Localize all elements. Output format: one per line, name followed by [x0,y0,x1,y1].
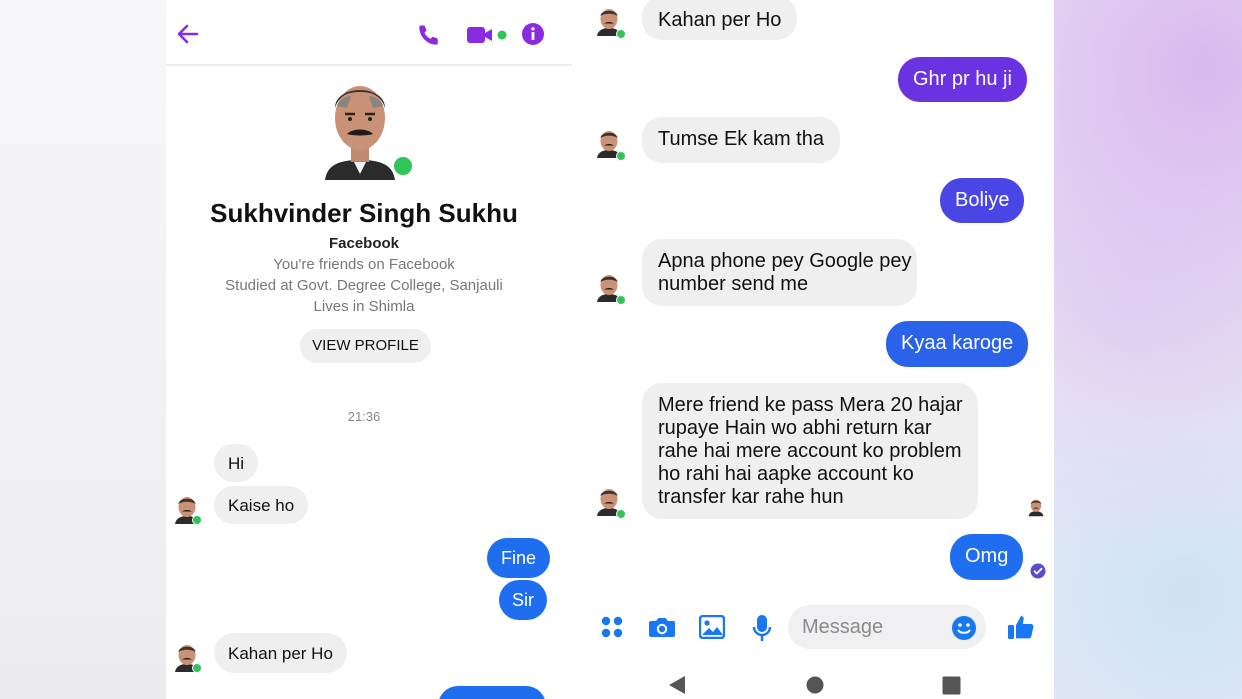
profile-location: Lives in Shimla [313,298,415,315]
smiley-icon[interactable] [951,615,977,646]
nav-recents-icon[interactable] [942,676,961,699]
microphone-icon[interactable] [752,614,772,647]
chat-header [166,0,572,66]
message-bubble-incoming[interactable]: Apna phone pey Google pey number send me [642,239,917,306]
message-bubble-outgoing[interactable]: Ghr pr hu ji [898,57,1027,102]
message-bubble-outgoing[interactable]: Fine [487,538,551,578]
online-status-icon [192,515,202,525]
message-bubble-incoming[interactable]: Hi [214,444,259,482]
profile-name: Sukhvinder Singh Sukhu [210,198,518,228]
four-dots-icon[interactable] [600,615,624,644]
background-right [1054,0,1242,699]
message-line: rupaye Hain wo abhi return kar [658,417,932,439]
nav-home-icon[interactable] [806,676,824,699]
message-bubble-incoming[interactable]: Kaise ho [214,486,309,524]
profile-education: Studied at Govt. Degree College, Sanjaul… [225,277,503,294]
online-status-icon [616,29,626,39]
message-line: ho rahi hai aapke account ko [658,463,914,485]
message-line: Mere friend ke pass Mera 20 hajar [658,394,963,416]
message-bubble-outgoing[interactable]: Sir [499,580,547,620]
sent-check-icon [1030,563,1046,584]
message-timestamp: 21:36 [347,409,381,424]
online-status-icon [192,663,202,673]
seen-receipt-avatar [1028,497,1044,517]
message-bubble-outgoing[interactable]: Kyaa karoge [886,321,1029,367]
background-left [0,0,166,699]
online-status-icon [616,151,626,161]
message-bubble-outgoing-partial[interactable] [438,686,546,699]
nav-back-icon[interactable] [668,675,686,699]
view-profile-button[interactable]: VIEW PROFILE [300,329,431,363]
thumbs-up-icon[interactable] [1007,613,1035,646]
online-status-icon [392,155,414,177]
camera-icon[interactable] [648,615,676,644]
message-line: transfer kar rahe hun [658,486,844,508]
message-bubble-incoming[interactable]: Kahan per Ho [214,633,347,673]
message-bubble-incoming[interactable]: Kahan per Ho [642,0,798,40]
message-bubble-outgoing[interactable]: Boliye [940,178,1025,223]
video-camera-icon[interactable] [467,25,509,45]
profile-avatar[interactable] [323,74,397,180]
online-status-icon [616,295,626,305]
profile-friendship: You're friends on Facebook [273,256,455,273]
message-bubble-incoming[interactable]: Mere friend ke pass Mera 20 hajar rupaye… [642,383,978,519]
phone-icon[interactable] [417,23,441,47]
profile-platform: Facebook [328,235,400,252]
message-bubble-outgoing[interactable]: Omg [950,534,1024,580]
message-line: Apna phone pey Google pey [658,250,912,272]
message-bubble-incoming[interactable]: Tumse Ek kam tha [642,117,840,163]
image-icon[interactable] [698,614,726,644]
message-line: number send me [658,273,809,295]
arrow-left-icon[interactable] [176,22,200,46]
online-status-icon [616,509,626,519]
chat-profile-panel: Sukhvinder Singh Sukhu Facebook You're f… [166,0,572,699]
chat-conversation-panel: Kahan per Ho Ghr pr hu ji Tumse Ek kam t… [572,0,1054,699]
info-icon[interactable] [521,22,545,46]
message-line: rahe hai mere account ko problem [658,440,962,462]
